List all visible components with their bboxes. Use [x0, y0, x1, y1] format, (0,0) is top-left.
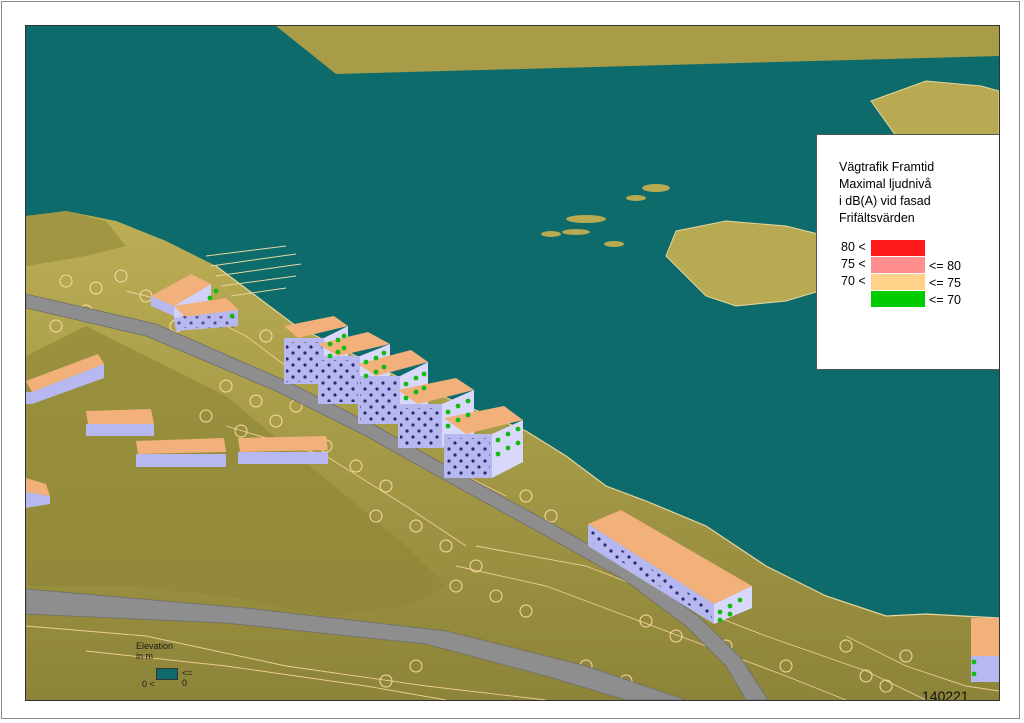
legend-swatch: [871, 274, 925, 290]
islet: [604, 241, 624, 247]
legend-title-line: Maximal ljudnivå: [839, 177, 932, 191]
legend-high-label: <= 75: [929, 276, 961, 290]
elevation-water-label: <= 0: [182, 668, 193, 688]
legend-title-line: Vägtrafik Framtid: [839, 160, 935, 174]
legend-low-label: 70 <: [841, 274, 866, 288]
legend-row: 80 <: [817, 240, 999, 256]
legend-high-label: <= 70: [929, 293, 961, 307]
elevation-legend: Elevation in m <= 0 0 <: [136, 641, 193, 689]
noise-legend: Vägtrafik Framtid Maximal ljudnivå i dB(…: [816, 134, 999, 370]
legend-title-line: i dB(A) vid fasad: [839, 194, 931, 208]
map-view[interactable]: Vägtrafik Framtid Maximal ljudnivå i dB(…: [25, 25, 1000, 701]
legend-title: Vägtrafik Framtid Maximal ljudnivå i dB(…: [839, 159, 934, 227]
building: [238, 436, 328, 464]
elevation-title: Elevation: [136, 641, 174, 651]
legend-row: 75 < <= 80: [817, 257, 999, 273]
legend-swatch: [871, 291, 925, 307]
legend-row: 70 < <= 75: [817, 274, 999, 290]
islet: [566, 215, 606, 223]
date-code: 140221: [922, 688, 969, 701]
islet: [642, 184, 670, 192]
legend-row: <= 70: [817, 291, 999, 307]
legend-low-label: 80 <: [841, 240, 866, 254]
elevation-land-label: 0 <: [142, 679, 155, 689]
legend-swatch: [871, 257, 925, 273]
legend-title-line: Frifältsvärden: [839, 211, 915, 225]
building: [86, 409, 154, 436]
far-shore: [276, 26, 999, 74]
legend-swatch: [871, 240, 925, 256]
legend-low-label: 75 <: [841, 257, 866, 271]
building-block: [444, 406, 523, 478]
islet: [562, 229, 590, 235]
elevation-water-swatch: [156, 668, 178, 680]
islet: [541, 231, 561, 237]
elevation-unit: in m: [136, 651, 154, 661]
islet: [626, 195, 646, 201]
legend-high-label: <= 80: [929, 259, 961, 273]
